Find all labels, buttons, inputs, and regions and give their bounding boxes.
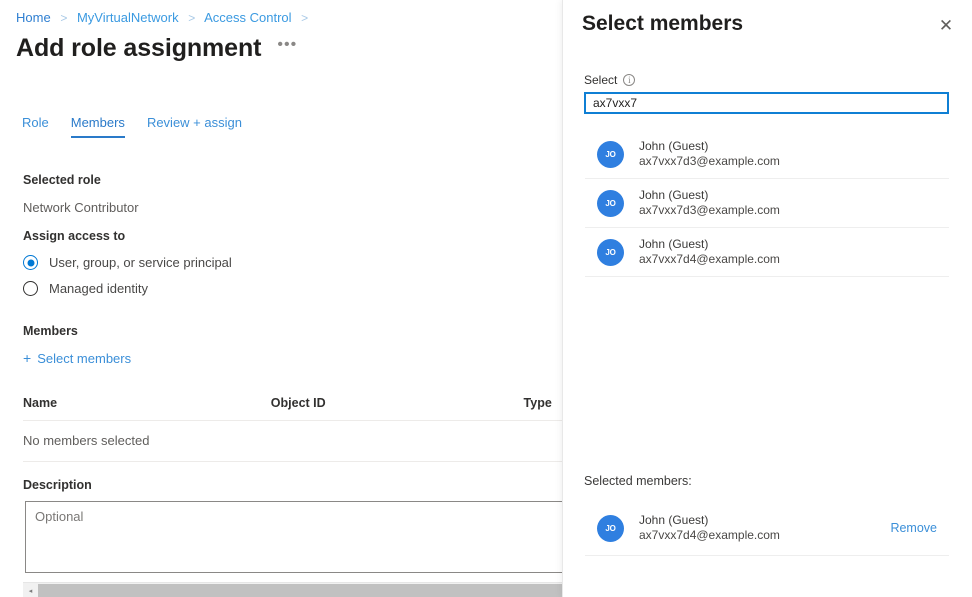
radio-label: User, group, or service principal (49, 255, 232, 270)
list-item[interactable]: JO John (Guest) ax7vxx7d3@example.com (585, 130, 949, 179)
column-header-type: Type (524, 396, 562, 410)
select-field-label-row: Select i (584, 73, 635, 87)
tab-role[interactable]: Role (22, 115, 49, 138)
person-info: John (Guest) ax7vxx7d4@example.com (639, 237, 780, 267)
assign-access-to-label: Assign access to (23, 229, 125, 243)
tab-members[interactable]: Members (71, 115, 125, 138)
breadcrumb-separator: > (301, 11, 308, 25)
person-info: John (Guest) ax7vxx7d3@example.com (639, 139, 780, 169)
avatar: JO (597, 515, 624, 542)
table-row-empty: No members selected (23, 421, 562, 462)
selected-role-value: Network Contributor (23, 200, 139, 215)
column-header-object-id: Object ID (271, 396, 524, 410)
avatar: JO (597, 141, 624, 168)
person-name: John (Guest) (639, 237, 780, 252)
breadcrumb: Home > MyVirtualNetwork > Access Control… (16, 10, 314, 26)
table-header-row: Name Object ID Type (23, 396, 562, 421)
person-email: ax7vxx7d4@example.com (639, 252, 780, 267)
list-item[interactable]: JO John (Guest) ax7vxx7d3@example.com (585, 179, 949, 228)
radio-user-group-service-principal[interactable]: User, group, or service principal (23, 255, 232, 270)
main-content-pane: Home > MyVirtualNetwork > Access Control… (0, 0, 562, 597)
members-label: Members (23, 324, 78, 338)
select-label: Select (584, 73, 617, 87)
search-input[interactable] (584, 92, 949, 114)
panel-title: Select members (582, 10, 743, 38)
description-input[interactable] (25, 501, 562, 573)
person-email: ax7vxx7d3@example.com (639, 154, 780, 169)
breadcrumb-separator: > (60, 11, 67, 25)
description-label: Description (23, 478, 92, 492)
close-icon[interactable]: ✕ (933, 12, 959, 38)
tab-bar: Role Members Review + assign (22, 115, 242, 138)
radio-label: Managed identity (49, 281, 148, 296)
breadcrumb-separator: > (188, 11, 195, 25)
column-header-name: Name (23, 396, 271, 410)
select-members-label: Select members (37, 351, 131, 366)
remove-member-button[interactable]: Remove (890, 521, 937, 535)
avatar: JO (597, 239, 624, 266)
person-info: John (Guest) ax7vxx7d4@example.com (639, 513, 780, 543)
scroll-left-arrow-icon[interactable]: ◂ (23, 583, 38, 597)
no-members-selected-text: No members selected (23, 433, 149, 448)
person-email: ax7vxx7d3@example.com (639, 203, 780, 218)
page-title: Add role assignment (16, 33, 261, 63)
plus-icon: + (23, 352, 31, 365)
person-name: John (Guest) (639, 513, 780, 528)
selected-members-list: JO John (Guest) ax7vxx7d4@example.com Re… (585, 505, 949, 556)
radio-managed-identity[interactable]: Managed identity (23, 281, 148, 296)
selected-members-label: Selected members: (584, 474, 692, 488)
info-icon[interactable]: i (623, 74, 635, 86)
breadcrumb-item-myvirtualnetwork[interactable]: MyVirtualNetwork (77, 10, 179, 25)
tab-review-assign[interactable]: Review + assign (147, 115, 242, 138)
person-name: John (Guest) (639, 188, 780, 203)
person-email: ax7vxx7d4@example.com (639, 528, 780, 543)
members-table: Name Object ID Type No members selected (23, 396, 562, 462)
select-members-button[interactable]: + Select members (23, 351, 131, 366)
search-results-list: JO John (Guest) ax7vxx7d3@example.com JO… (585, 130, 949, 277)
selected-role-label: Selected role (23, 173, 101, 187)
radio-circle-icon (23, 281, 38, 296)
avatar: JO (597, 190, 624, 217)
more-options-icon[interactable]: ••• (277, 39, 297, 57)
person-info: John (Guest) ax7vxx7d3@example.com (639, 188, 780, 218)
radio-circle-icon (23, 255, 38, 270)
page-header: Add role assignment ••• (16, 33, 297, 63)
breadcrumb-item-home[interactable]: Home (16, 10, 51, 25)
list-item[interactable]: JO John (Guest) ax7vxx7d4@example.com (585, 228, 949, 277)
list-item: JO John (Guest) ax7vxx7d4@example.com Re… (585, 505, 949, 556)
breadcrumb-item-access-control[interactable]: Access Control (204, 10, 291, 25)
select-members-panel: Select members ✕ Select i JO John (Guest… (562, 0, 972, 597)
horizontal-scrollbar[interactable]: ◂ (23, 582, 562, 597)
scrollbar-thumb[interactable] (38, 584, 562, 597)
person-name: John (Guest) (639, 139, 780, 154)
